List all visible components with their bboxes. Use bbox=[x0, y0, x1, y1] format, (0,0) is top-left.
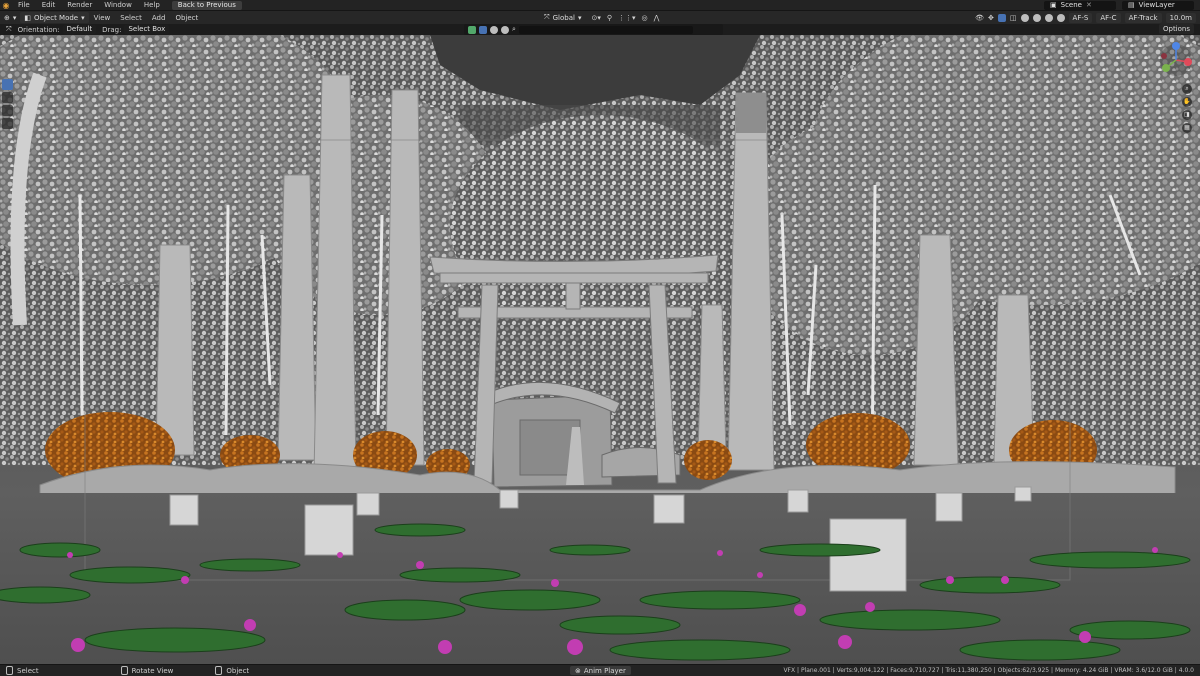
view-layer-name: ViewLayer bbox=[1138, 0, 1175, 9]
drag-label: Drag: bbox=[102, 25, 122, 34]
close-icon[interactable]: ⊗ bbox=[575, 667, 581, 675]
transform-controls: ⤧ Global ▾ ⊙▾ ⚲ ⋮⋮▾ ◎ ⋀ bbox=[540, 11, 659, 24]
active-object-name: Anim Player bbox=[583, 666, 626, 675]
chevron-down-icon: ▾ bbox=[577, 13, 582, 22]
select-box-tool[interactable] bbox=[2, 79, 13, 90]
status-object-label: Object bbox=[226, 666, 250, 675]
transform-orientation-dropdown[interactable]: ⤧ Global ▾ bbox=[540, 12, 585, 23]
viewport-icon: ⊕ bbox=[4, 13, 10, 22]
status-rotate-label: Rotate View bbox=[131, 666, 174, 675]
snap-icon[interactable]: ⚲ bbox=[607, 14, 612, 22]
tool-transform-icon[interactable]: ⤧ bbox=[0, 25, 12, 34]
drag-dropdown[interactable]: Select Box bbox=[124, 25, 170, 34]
menu-object[interactable]: Object bbox=[170, 14, 203, 22]
mouse-right-icon bbox=[215, 666, 223, 675]
viewport-header: ⊕ ▾ ◧ Object Mode ▾ View Select Add Objec… bbox=[0, 11, 1200, 24]
af-s-button[interactable]: AF-S bbox=[1068, 12, 1093, 23]
layers-icon: ▤ bbox=[1128, 0, 1135, 9]
3d-viewport[interactable] bbox=[0, 35, 1200, 664]
chevron-down-icon: ▾ bbox=[81, 13, 85, 22]
z-axis-icon bbox=[1172, 42, 1180, 50]
menu-window[interactable]: Window bbox=[98, 0, 138, 10]
viewport-nav-buttons: ⌕ ✋ ◨ ▦ bbox=[1182, 84, 1192, 133]
chevron-down-icon: ▾ bbox=[12, 13, 17, 22]
display-filter-icon[interactable] bbox=[490, 25, 498, 34]
menu-select[interactable]: Select bbox=[115, 14, 147, 22]
scene-field[interactable]: ▣ Scene ✕ bbox=[1044, 0, 1116, 10]
options-dropdown[interactable]: Options bbox=[1158, 24, 1194, 34]
mouse-left-icon bbox=[6, 666, 13, 675]
scene-selectors: ▣ Scene ✕ ▤ ViewLayer bbox=[1044, 0, 1200, 10]
rotate-tool[interactable] bbox=[2, 118, 13, 129]
status-select: Select bbox=[0, 666, 45, 675]
object-mode-icon: ◧ bbox=[24, 13, 32, 22]
overlay-icon[interactable] bbox=[997, 13, 1006, 22]
af-track-button[interactable]: AF-Track bbox=[1124, 12, 1162, 23]
orientation-label: Orientation: bbox=[17, 25, 60, 34]
close-icon[interactable]: ✕ bbox=[1086, 1, 1092, 10]
zoom-icon[interactable]: ⌕ bbox=[1182, 84, 1192, 94]
cursor-tool[interactable] bbox=[2, 92, 13, 103]
viewport-filter-bar: ⌕ bbox=[464, 24, 723, 35]
orientation-icon: ⤧ bbox=[544, 13, 550, 21]
shading-wireframe-icon[interactable] bbox=[1020, 13, 1029, 22]
falloff-icon[interactable]: ⋀ bbox=[654, 14, 660, 22]
gizmo-icon[interactable]: ✥ bbox=[988, 14, 994, 22]
mode-label: Object Mode bbox=[34, 13, 79, 22]
move-tool[interactable] bbox=[2, 105, 13, 116]
search-input[interactable] bbox=[518, 25, 693, 34]
focus-distance-field[interactable]: 10.0m bbox=[1165, 12, 1196, 23]
grid-icon[interactable]: ▦ bbox=[1182, 123, 1192, 133]
scene-statistics: VFX | Plane.001 | Verts:9,004,122 | Face… bbox=[783, 667, 1194, 674]
scene-render bbox=[0, 35, 1200, 664]
scene-name: Scene bbox=[1060, 0, 1082, 9]
color-picker-icon[interactable] bbox=[468, 25, 476, 34]
shading-rendered-icon[interactable] bbox=[1056, 13, 1065, 22]
blender-logo-icon[interactable]: ◉ bbox=[0, 0, 12, 10]
shading-solid-icon[interactable] bbox=[1032, 13, 1041, 22]
x-axis-icon bbox=[1184, 58, 1192, 66]
menu-render[interactable]: Render bbox=[61, 0, 98, 10]
back-to-previous-button[interactable]: Back to Previous bbox=[171, 0, 242, 10]
object-filter-icon[interactable] bbox=[479, 25, 487, 34]
mode-selector[interactable]: ◧ Object Mode ▾ bbox=[20, 12, 89, 23]
menu-file[interactable]: File bbox=[12, 0, 36, 10]
pan-hand-icon[interactable]: ✋ bbox=[1182, 97, 1192, 107]
status-select-label: Select bbox=[17, 666, 39, 675]
visibility-icon[interactable]: 👁 bbox=[975, 14, 984, 22]
active-object-badge[interactable]: ⊗ Anim Player bbox=[570, 666, 631, 675]
view-layer-field[interactable]: ▤ ViewLayer bbox=[1122, 0, 1194, 10]
menu-edit[interactable]: Edit bbox=[36, 0, 62, 10]
material-filter-icon[interactable] bbox=[501, 25, 509, 34]
scene-icon: ▣ bbox=[1050, 0, 1057, 9]
top-menu-bar: ◉ File Edit Render Window Help Back to P… bbox=[0, 0, 1200, 11]
tool-shelf bbox=[2, 79, 13, 129]
y-axis-icon bbox=[1162, 64, 1170, 72]
menu-add[interactable]: Add bbox=[147, 14, 171, 22]
status-object: Object bbox=[209, 666, 255, 675]
camera-icon[interactable]: ◨ bbox=[1182, 110, 1192, 120]
search-icon: ⌕ bbox=[512, 25, 516, 33]
orientation-label: Global bbox=[552, 13, 575, 22]
af-c-button[interactable]: AF-C bbox=[1096, 12, 1121, 23]
shading-material-icon[interactable] bbox=[1044, 13, 1053, 22]
status-rotate: Rotate View bbox=[115, 666, 180, 675]
header-right-controls: 👁 ✥ ◫ AF-S AF-C AF-Track 10.0m bbox=[975, 11, 1200, 24]
mouse-middle-icon bbox=[120, 666, 128, 675]
xray-icon[interactable]: ◫ bbox=[1010, 14, 1017, 22]
status-bar: Select Rotate View Object ⊗ Anim Player … bbox=[0, 664, 1200, 676]
navigation-gizmo[interactable] bbox=[1158, 40, 1194, 80]
menu-view[interactable]: View bbox=[89, 14, 116, 22]
menu-help[interactable]: Help bbox=[138, 0, 166, 10]
pivot-icon[interactable]: ⊙▾ bbox=[591, 14, 600, 22]
editor-type-button[interactable]: ⊕ ▾ bbox=[0, 12, 20, 23]
snap-target-icon[interactable]: ⋮⋮▾ bbox=[618, 14, 636, 22]
orientation-dropdown[interactable]: Default bbox=[62, 25, 97, 34]
proportional-edit-icon[interactable]: ◎ bbox=[642, 14, 648, 22]
